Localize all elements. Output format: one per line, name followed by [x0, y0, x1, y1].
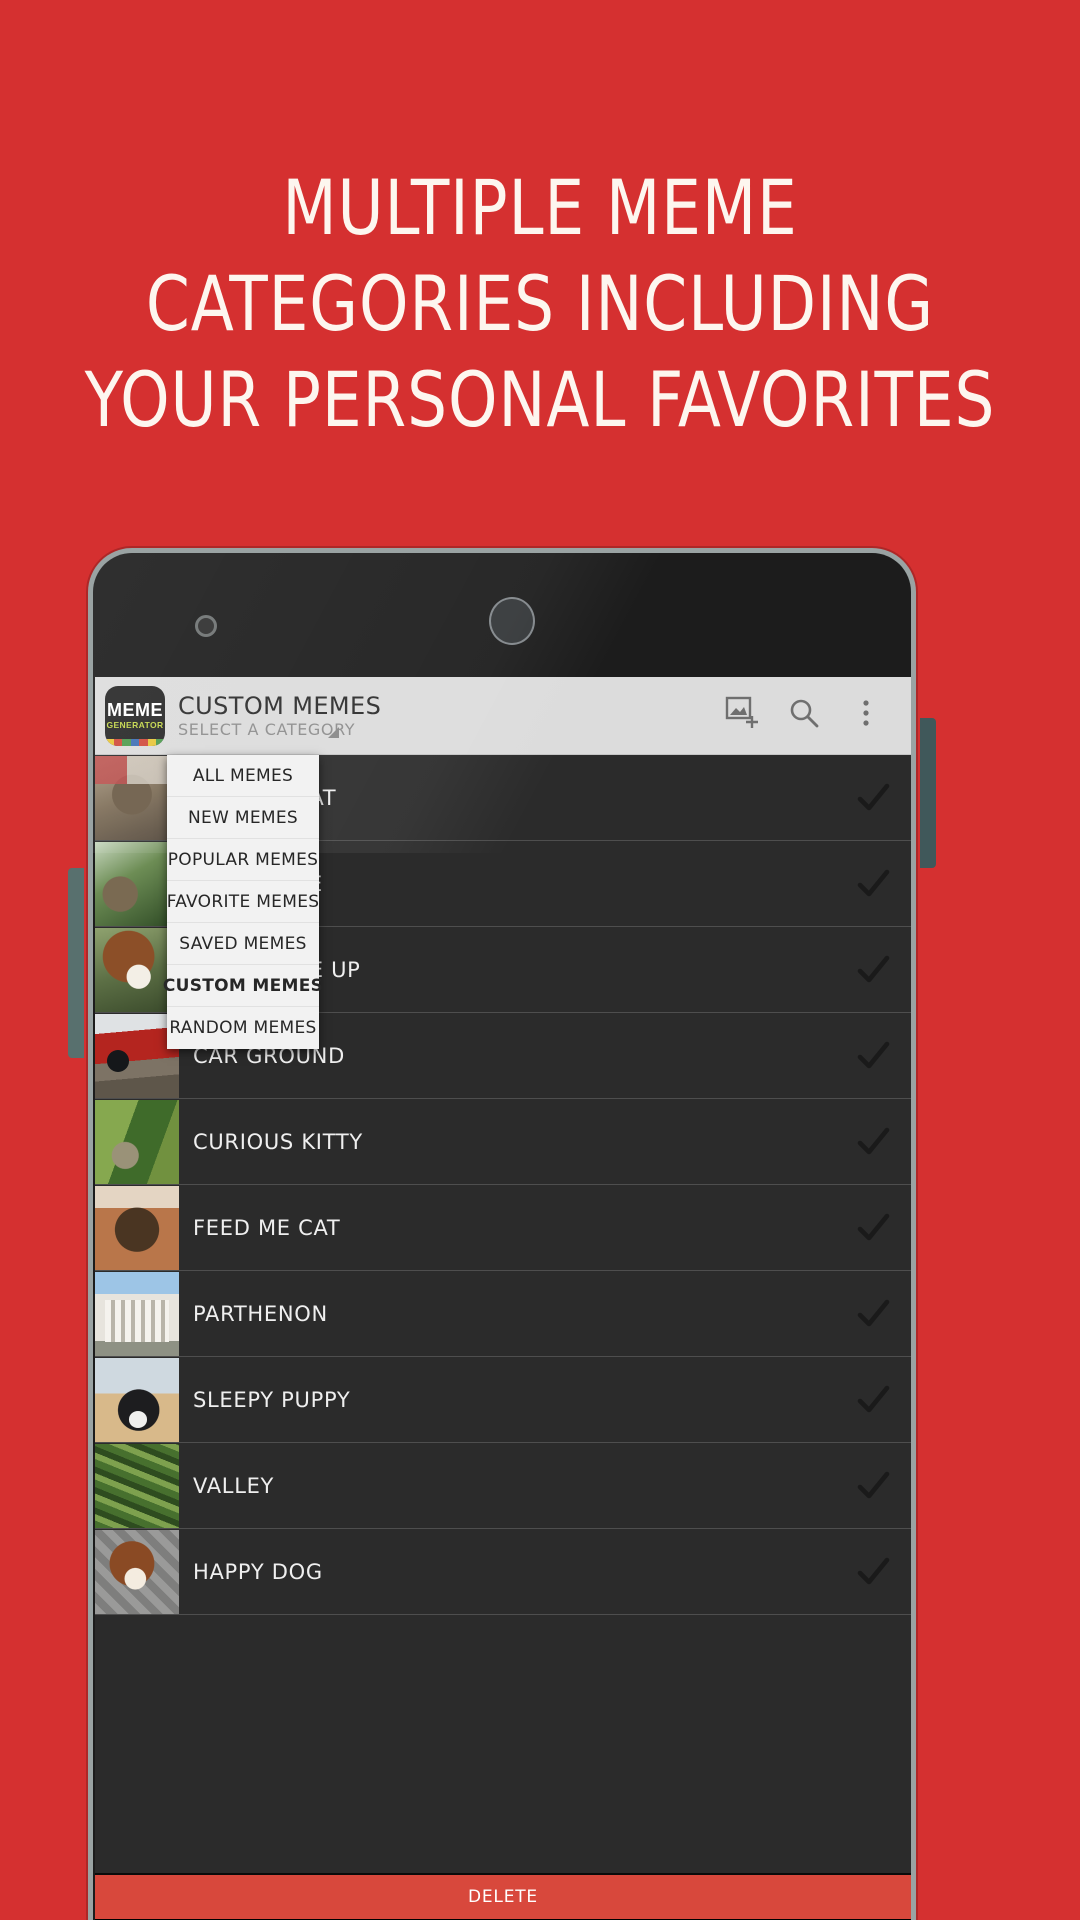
logo-strip-segment-2: [122, 738, 131, 746]
meme-thumbnail: [95, 1443, 179, 1528]
logo-strip-segment-1: [113, 738, 123, 746]
page-title: CUSTOM MEMES: [178, 691, 382, 720]
phone-side-button-left: [68, 868, 84, 1058]
phone-side-button-right: [920, 718, 936, 868]
check-icon: [857, 1385, 890, 1412]
meme-thumbnail: [95, 1099, 179, 1184]
meme-title: HAPPY DOG: [193, 1559, 323, 1584]
check-icon: [857, 1127, 890, 1154]
page-subtitle: SELECT A CATEGORY: [178, 719, 356, 739]
meme-select-checkmark[interactable]: [835, 1380, 911, 1420]
headline-line-3: YOUR PERSONAL FAVORITES: [84, 355, 996, 444]
check-icon: [857, 1213, 890, 1240]
check-icon: [857, 1299, 890, 1326]
logo-strip-segment-3: [130, 738, 140, 746]
logo-strip-segment-6: [156, 738, 165, 746]
check-icon: [857, 1041, 890, 1068]
app-logo-icon: MEME GENERATOR: [105, 685, 165, 746]
app-logo-top-text: MEME: [107, 699, 163, 720]
meme-row[interactable]: PARTHENON: [95, 1271, 911, 1357]
logo-strip-segment-4: [139, 738, 148, 746]
phone-mockup: MEME GENERATOR CUSTOM MEMES SELECT A CAT…: [68, 548, 936, 1920]
dropdown-item-favorite-memes[interactable]: FAVORITE MEMES: [167, 881, 319, 923]
front-camera-icon: [489, 597, 535, 645]
toolbar-spinner[interactable]: CUSTOM MEMES SELECT A CATEGORY: [178, 691, 711, 739]
meme-title: SLEEPY PUPPY: [193, 1387, 351, 1412]
meme-row[interactable]: SLEEPY PUPPY: [95, 1357, 911, 1443]
meme-select-checkmark[interactable]: [835, 950, 911, 990]
dropdown-item-saved-memes[interactable]: SAVED MEMES: [167, 923, 319, 965]
meme-select-checkmark[interactable]: [835, 1552, 911, 1592]
check-icon: [857, 1471, 890, 1498]
meme-select-checkmark[interactable]: [835, 1208, 911, 1248]
headline-line-2: CATEGORIES INCLUDING: [145, 259, 935, 348]
search-icon: [788, 697, 820, 734]
dropdown-item-random-memes[interactable]: RANDOM MEMES: [167, 1007, 319, 1049]
proximity-sensor-icon: [195, 615, 217, 637]
meme-row[interactable]: CURIOUS KITTY: [95, 1099, 911, 1185]
phone-body: MEME GENERATOR CUSTOM MEMES SELECT A CAT…: [88, 548, 916, 1920]
dropdown-item-popular-memes[interactable]: POPULAR MEMES: [167, 839, 319, 881]
chevron-down-icon: [328, 726, 339, 738]
app-toolbar: MEME GENERATOR CUSTOM MEMES SELECT A CAT…: [95, 677, 911, 755]
logo-strip-segment-0: [105, 738, 114, 746]
logo-strip-segment-5: [147, 738, 157, 746]
meme-select-checkmark[interactable]: [835, 1294, 911, 1334]
meme-title: CURIOUS KITTY: [193, 1129, 363, 1154]
add-image-icon: [725, 696, 759, 735]
check-icon: [857, 869, 890, 896]
dropdown-item-custom-memes[interactable]: CUSTOM MEMES: [163, 965, 323, 1007]
dropdown-item-all-memes[interactable]: ALL MEMES: [167, 755, 319, 797]
app-logo-color-strip: [105, 738, 165, 746]
meme-select-checkmark[interactable]: [835, 864, 911, 904]
meme-thumbnail: [95, 1185, 179, 1270]
meme-title: PARTHENON: [193, 1301, 328, 1326]
meme-thumbnail: [95, 1271, 179, 1356]
meme-select-checkmark[interactable]: [835, 778, 911, 818]
search-button[interactable]: [773, 685, 835, 747]
check-icon: [857, 955, 890, 982]
overflow-menu-button[interactable]: [835, 685, 897, 747]
delete-button[interactable]: DELETE: [95, 1875, 911, 1919]
meme-title: VALLEY: [193, 1473, 275, 1498]
meme-select-checkmark[interactable]: [835, 1466, 911, 1506]
meme-select-checkmark[interactable]: [835, 1122, 911, 1162]
meme-select-checkmark[interactable]: [835, 1036, 911, 1076]
meme-row[interactable]: FEED ME CAT: [95, 1185, 911, 1271]
meme-row[interactable]: VALLEY: [95, 1443, 911, 1529]
overflow-menu-icon: [861, 697, 871, 734]
phone-screen: MEME GENERATOR CUSTOM MEMES SELECT A CAT…: [95, 677, 911, 1920]
meme-row[interactable]: HAPPY DOG: [95, 1529, 911, 1615]
meme-thumbnail: [95, 1357, 179, 1442]
check-icon: [857, 783, 890, 810]
category-dropdown-menu[interactable]: ALL MEMES NEW MEMES POPULAR MEMES FAVORITE …: [163, 755, 323, 1049]
app-logo-bottom-text: GENERATOR: [106, 719, 164, 730]
add-image-button[interactable]: [711, 685, 773, 747]
headline-line-1: MULTIPLE MEME: [282, 163, 798, 252]
promo-headline: MULTIPLE MEME CATEGORIES INCLUDING YOUR …: [0, 160, 1080, 448]
check-icon: [857, 1557, 890, 1584]
meme-title: FEED ME CAT: [193, 1215, 341, 1240]
meme-thumbnail: [95, 1529, 179, 1614]
dropdown-item-new-memes[interactable]: NEW MEMES: [167, 797, 319, 839]
